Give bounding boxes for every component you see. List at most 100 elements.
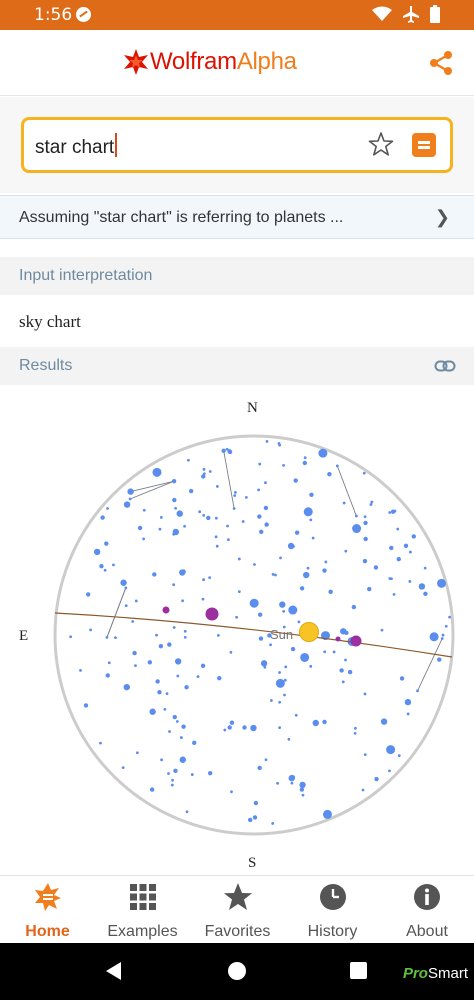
- star-marker: [416, 689, 419, 693]
- star-marker: [127, 488, 134, 495]
- star-marker: [233, 494, 237, 497]
- star-marker: [408, 580, 412, 583]
- recent-apps-icon[interactable]: [350, 962, 367, 979]
- star-marker: [176, 510, 183, 517]
- nav-home[interactable]: Home: [0, 876, 95, 944]
- star-marker: [259, 529, 264, 535]
- sun-marker: [299, 622, 319, 642]
- planet-marker: [335, 636, 341, 642]
- star-marker: [235, 615, 238, 619]
- star-marker: [418, 583, 426, 590]
- status-icons: [372, 5, 440, 23]
- star-marker: [437, 657, 442, 662]
- star-marker: [253, 800, 259, 806]
- star-marker: [104, 541, 109, 546]
- star-marker: [135, 751, 139, 755]
- star-marker: [347, 669, 353, 675]
- star-marker: [185, 810, 189, 814]
- star-marker: [399, 676, 405, 681]
- home-button-icon[interactable]: [228, 962, 246, 980]
- star-marker: [271, 572, 275, 576]
- star-marker: [208, 771, 213, 776]
- chevron-right-icon: ❯: [434, 207, 450, 227]
- star-marker: [406, 712, 410, 716]
- status-time: 1:56: [34, 5, 73, 25]
- back-icon[interactable]: [106, 962, 121, 980]
- input-interpretation-title: Input interpretation: [19, 267, 153, 284]
- star-marker: [444, 624, 448, 628]
- search-query-text: star chart: [35, 137, 115, 158]
- star-marker: [167, 642, 172, 647]
- nav-examples[interactable]: Examples: [95, 876, 190, 944]
- star-marker: [263, 505, 269, 511]
- star-marker: [183, 629, 187, 633]
- star-marker: [155, 679, 160, 684]
- star-marker: [173, 768, 178, 773]
- star-marker: [275, 678, 285, 688]
- star-marker: [175, 720, 179, 723]
- star-marker: [183, 636, 187, 639]
- watermark: ProSmart: [403, 965, 468, 982]
- star-marker: [369, 503, 373, 506]
- star-marker: [134, 664, 137, 668]
- star-marker: [271, 822, 275, 825]
- home-icon: [34, 883, 61, 911]
- compute-button[interactable]: [412, 133, 436, 157]
- results-title: Results: [19, 357, 73, 374]
- star-marker: [234, 491, 237, 494]
- star-marker: [105, 635, 109, 639]
- star-marker: [322, 568, 327, 573]
- info-icon: [414, 884, 440, 910]
- star-marker: [380, 628, 384, 632]
- star-marker: [269, 643, 272, 647]
- star-marker: [229, 720, 235, 725]
- star-marker: [352, 524, 362, 534]
- star-marker: [244, 496, 248, 499]
- star-marker: [363, 536, 368, 542]
- star-marker: [142, 508, 146, 512]
- star-marker: [215, 485, 219, 488]
- nav-about[interactable]: About: [380, 876, 474, 944]
- clock-icon: [319, 884, 346, 910]
- star-marker: [309, 664, 313, 668]
- battery-icon: [430, 5, 440, 23]
- star-marker: [159, 516, 163, 519]
- star-marker: [264, 758, 268, 762]
- assumption-text: Assuming "star chart" is referring to pl…: [19, 209, 344, 226]
- star-marker: [206, 515, 211, 521]
- star-marker: [226, 524, 229, 528]
- star-marker: [171, 478, 177, 484]
- favorite-star-icon[interactable]: [368, 131, 394, 157]
- star-marker: [237, 557, 241, 561]
- star-marker: [408, 550, 412, 554]
- star-marker: [354, 514, 358, 518]
- star-marker: [192, 740, 197, 745]
- star-marker: [196, 675, 200, 679]
- star-marker: [168, 730, 171, 733]
- star-marker: [312, 719, 319, 727]
- star-marker: [361, 788, 365, 792]
- star-marker: [283, 678, 287, 682]
- star-marker: [202, 513, 206, 517]
- star-marker: [241, 520, 245, 523]
- star-marker: [448, 615, 452, 619]
- wifi-icon: [372, 6, 392, 21]
- star-marker: [290, 646, 296, 652]
- link-icon[interactable]: [434, 358, 456, 374]
- star-marker: [388, 769, 391, 773]
- star-marker: [190, 773, 194, 776]
- watermark-smart: Smart: [427, 965, 468, 982]
- star-marker: [112, 563, 115, 567]
- star-marker: [341, 680, 345, 684]
- star-marker: [179, 736, 183, 739]
- search-input[interactable]: star chart: [21, 117, 453, 173]
- nav-favorites[interactable]: Favorites: [190, 876, 285, 944]
- star-marker: [300, 652, 310, 662]
- nav-history[interactable]: History: [285, 876, 380, 944]
- search-query[interactable]: star chart: [35, 133, 118, 159]
- star-marker: [279, 601, 286, 608]
- assumption-bar[interactable]: Assuming "star chart" is referring to pl…: [0, 195, 474, 239]
- star-marker: [388, 511, 392, 514]
- share-icon[interactable]: [428, 50, 454, 76]
- star-icon: [223, 883, 252, 910]
